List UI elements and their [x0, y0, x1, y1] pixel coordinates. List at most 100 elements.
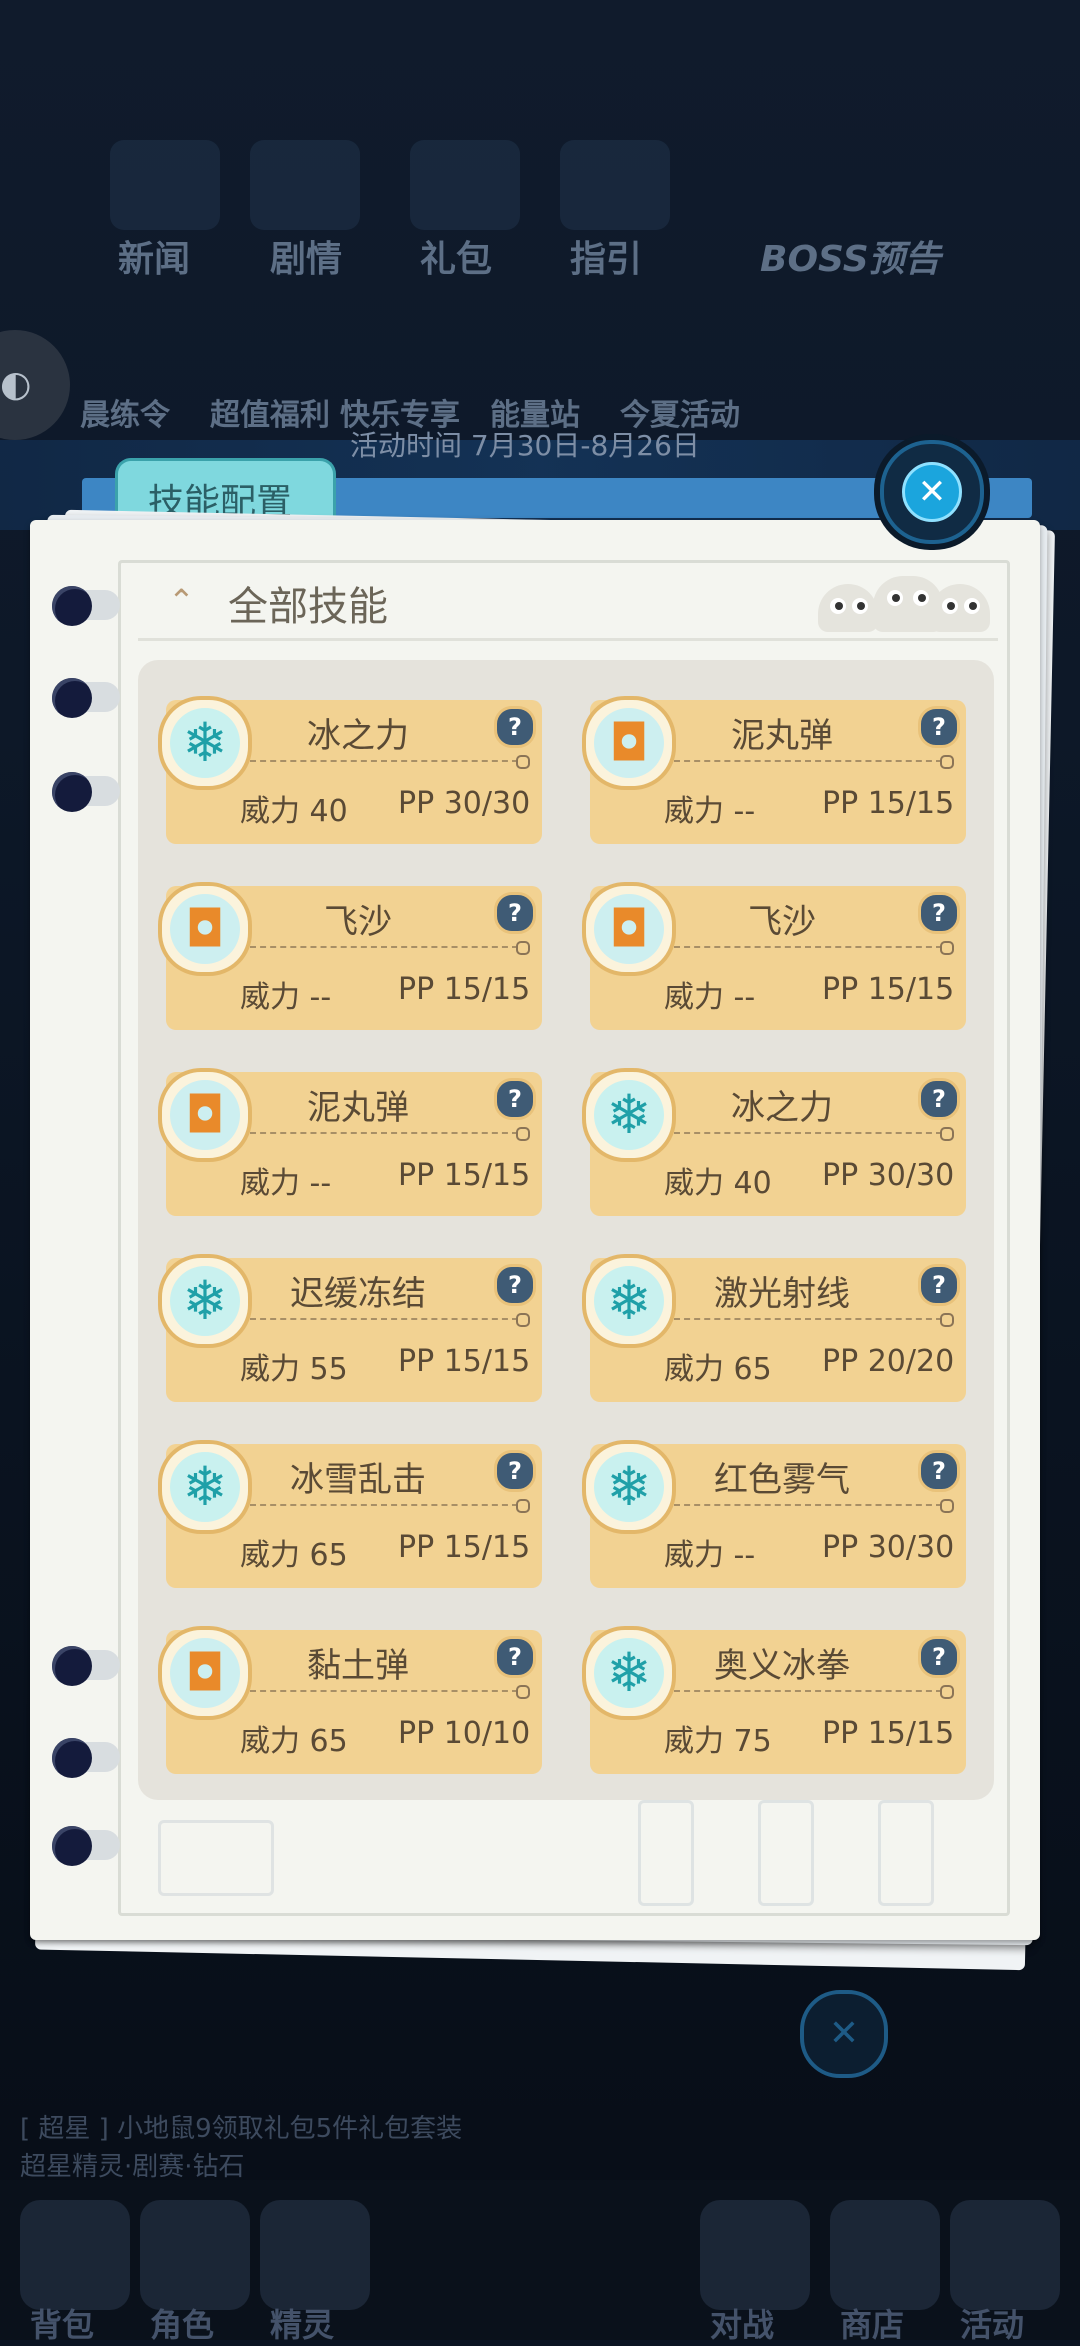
skill-power: 威力 40 — [240, 794, 348, 829]
skill-card[interactable]: ◘ 泥丸弹 ? 威力 -- PP 15/15 — [158, 1068, 542, 1216]
skill-card[interactable]: ❄ 冰之力 ? 威力 40 PP 30/30 — [158, 696, 542, 844]
help-icon[interactable]: ? — [494, 1078, 536, 1120]
binder-hole — [52, 678, 92, 718]
skill-pp: PP 15/15 — [398, 1344, 531, 1379]
nav-news-label: 新闻 — [118, 239, 191, 280]
skill-power: 威力 75 — [664, 1724, 772, 1759]
help-icon[interactable]: ? — [918, 706, 960, 748]
bottom-nav-role-icon — [140, 2200, 250, 2310]
gift-icon — [410, 140, 520, 230]
nav-boss-label: BOSS预告 — [760, 239, 941, 280]
help-icon[interactable]: ? — [918, 1264, 960, 1306]
divider-end — [516, 1499, 530, 1513]
story-icon — [250, 140, 360, 230]
bottom-nav-battle-icon — [700, 2200, 810, 2310]
cat-decoration — [818, 572, 990, 632]
divider — [674, 1132, 942, 1134]
help-icon[interactable]: ? — [918, 1636, 960, 1678]
skill-name: 泥丸弹 — [307, 1088, 409, 1128]
divider-end — [940, 1499, 954, 1513]
skill-card[interactable]: ❄ 冰雪乱击 ? 威力 65 PP 15/15 — [158, 1440, 542, 1588]
help-icon[interactable]: ? — [918, 892, 960, 934]
skill-pp: PP 15/15 — [822, 1716, 955, 1751]
skill-card[interactable]: ◘ 飞沙 ? 威力 -- PP 15/15 — [158, 882, 542, 1030]
skill-card[interactable]: ◘ 飞沙 ? 威力 -- PP 15/15 — [582, 882, 966, 1030]
skill-power: 威力 -- — [664, 1538, 756, 1573]
divider-end — [516, 1127, 530, 1141]
help-icon[interactable]: ? — [494, 1636, 536, 1678]
skill-card[interactable]: ❄ 奥义冰拳 ? 威力 75 PP 15/15 — [582, 1626, 966, 1774]
divider — [250, 946, 518, 948]
skill-power: 威力 65 — [240, 1538, 348, 1573]
skill-pp: PP 15/15 — [398, 1530, 531, 1565]
nav-guide-label: 指引 — [570, 239, 643, 280]
skill-pp: PP 15/15 — [822, 786, 955, 821]
skill-power: 威力 55 — [240, 1352, 348, 1387]
skill-name: 飞沙 — [324, 902, 392, 942]
nav-gift-label: 礼包 — [420, 239, 493, 280]
help-icon[interactable]: ? — [918, 1078, 960, 1120]
skill-name: 飞沙 — [748, 902, 816, 942]
bottom-nav-label-1: 背包 — [30, 2306, 95, 2344]
divider — [250, 1318, 518, 1320]
event-label-1: 晨练令 — [80, 398, 170, 433]
divider-end — [516, 1685, 530, 1699]
skill-card[interactable]: ❄ 迟缓冻结 ? 威力 55 PP 15/15 — [158, 1254, 542, 1402]
all-skills-title: 全部技能 — [228, 584, 388, 630]
skill-power: 威力 -- — [664, 980, 756, 1015]
skill-card[interactable]: ◘ 泥丸弹 ? 威力 -- PP 15/15 — [582, 696, 966, 844]
skill-pp: PP 15/15 — [398, 1158, 531, 1193]
skill-name: 迟缓冻结 — [290, 1274, 426, 1314]
event-label-2: 超值福利 — [210, 398, 330, 433]
skill-power: 威力 65 — [664, 1352, 772, 1387]
divider — [674, 1690, 942, 1692]
help-icon[interactable]: ? — [918, 1450, 960, 1492]
cat-face — [930, 584, 990, 632]
faded-decoration — [138, 1800, 958, 1910]
skill-pp: PP 30/30 — [822, 1158, 955, 1193]
skill-card[interactable]: ❄ 激光射线 ? 威力 65 PP 20/20 — [582, 1254, 966, 1402]
close-button[interactable]: ✕ — [880, 440, 984, 544]
bottom-nav-label-5: 商店 — [840, 2306, 905, 2344]
chat-ticker: [ 超星 ] 小地鼠9领取礼包5件礼包套装 超星精灵·剧赛·钻石 — [20, 2110, 462, 2186]
help-icon[interactable]: ? — [494, 892, 536, 934]
bottom-nav-bag-icon — [20, 2200, 130, 2310]
skill-name: 泥丸弹 — [731, 716, 833, 756]
skill-power: 威力 -- — [664, 794, 756, 829]
divider — [250, 1132, 518, 1134]
background-nav: 新闻 剧情 礼包 指引 BOSS预告 — [0, 120, 1080, 320]
skill-power: 威力 -- — [240, 1166, 332, 1201]
bottom-nav-shop-icon — [830, 2200, 940, 2310]
divider — [674, 760, 942, 762]
help-icon[interactable]: ? — [494, 706, 536, 748]
skill-name: 冰之力 — [307, 716, 409, 756]
divider — [674, 946, 942, 948]
divider — [674, 1318, 942, 1320]
ticker-line-1: [ 超星 ] 小地鼠9领取礼包5件礼包套装 — [20, 2114, 463, 2144]
guide-icon — [560, 140, 670, 230]
news-icon — [110, 140, 220, 230]
divider-end — [940, 1685, 954, 1699]
side-menu-icon: ◐ — [0, 364, 32, 405]
help-icon[interactable]: ? — [494, 1264, 536, 1306]
skill-name: 红色雾气 — [714, 1460, 850, 1500]
activity-time: 活动时间 7月30日-8月26日 — [350, 429, 700, 462]
skill-name: 奥义冰拳 — [714, 1646, 850, 1686]
skill-card[interactable]: ◘ 黏土弹 ? 威力 65 PP 10/10 — [158, 1626, 542, 1774]
skill-card[interactable]: ❄ 红色雾气 ? 威力 -- PP 30/30 — [582, 1440, 966, 1588]
skill-pp: PP 20/20 — [822, 1344, 955, 1379]
cat-face — [818, 584, 878, 632]
skill-power: 威力 -- — [240, 980, 332, 1015]
skill-power: 威力 40 — [664, 1166, 772, 1201]
skills-header: ⌃ 全部技能 — [138, 568, 998, 641]
divider — [250, 1504, 518, 1506]
collapse-chevron-icon[interactable]: ⌃ — [168, 585, 198, 617]
skill-notebook: ⌃ 全部技能 ❄ 冰之力 ? 威力 40 PP 30/30 ◘ 泥丸弹 ? 威力… — [30, 520, 1040, 1940]
close-icon: ✕ — [902, 462, 962, 522]
bottom-nav-label-6: 活动 — [960, 2306, 1025, 2344]
skill-name: 冰之力 — [731, 1088, 833, 1128]
skill-card[interactable]: ❄ 冰之力 ? 威力 40 PP 30/30 — [582, 1068, 966, 1216]
divider-end — [940, 755, 954, 769]
divider-end — [516, 1313, 530, 1327]
help-icon[interactable]: ? — [494, 1450, 536, 1492]
